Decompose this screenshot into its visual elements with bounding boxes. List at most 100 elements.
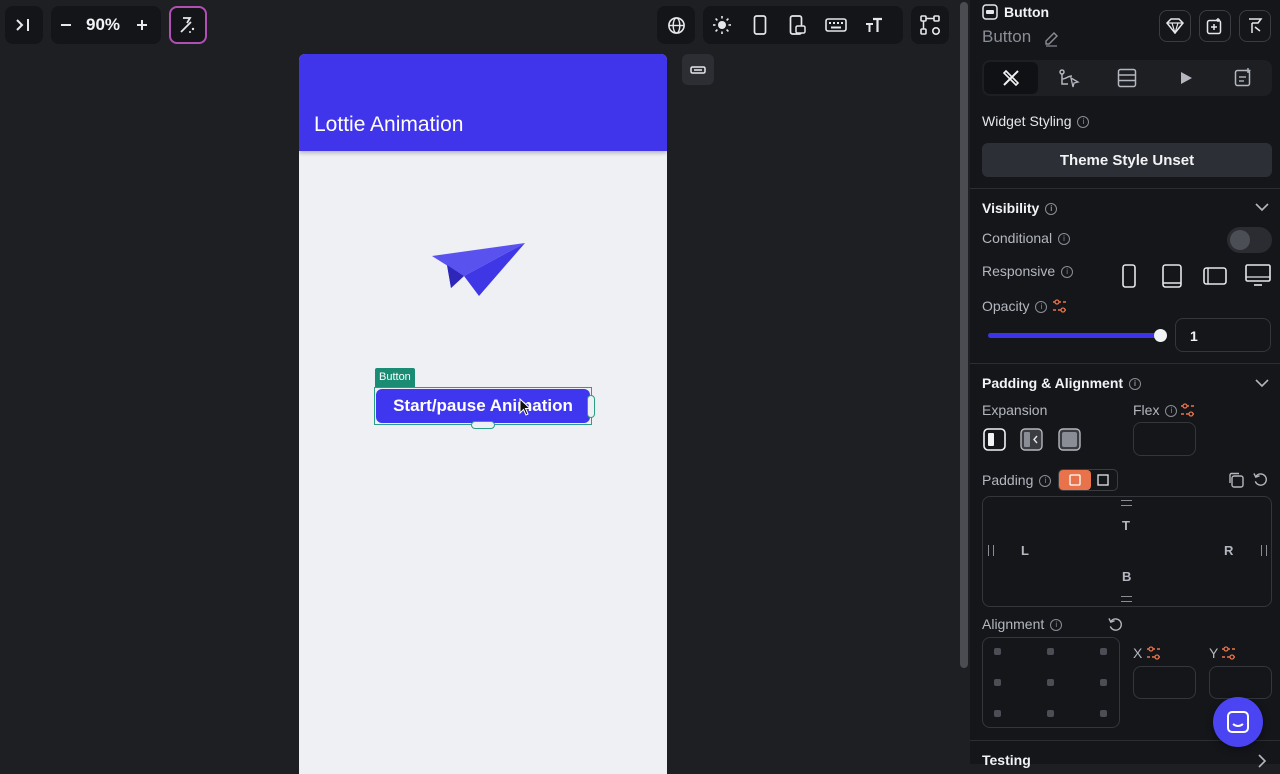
collapse-panel-group (5, 6, 43, 44)
diamond-icon[interactable] (1159, 10, 1191, 42)
alignment-label: Alignment i (982, 616, 1063, 632)
padding-bottom-handle[interactable] (1121, 596, 1132, 602)
database-table-icon (1117, 68, 1137, 88)
chat-icon (1227, 711, 1249, 733)
scrollbar-thumb[interactable] (960, 2, 968, 668)
tab-properties[interactable] (984, 62, 1038, 94)
padding-top-letter: T (1122, 518, 1130, 533)
opacity-input[interactable]: 1 (1175, 318, 1271, 352)
widget-name[interactable]: Button (982, 27, 1031, 47)
resize-handle-bottom[interactable] (471, 421, 495, 429)
align-x-input[interactable] (1133, 666, 1196, 699)
chevron-down-icon[interactable] (1255, 202, 1269, 212)
tab-actions[interactable] (1058, 68, 1080, 88)
desktop-visibility-icon[interactable] (1245, 264, 1271, 286)
edit-pencil-icon[interactable] (1043, 31, 1059, 47)
variable-sliders-icon[interactable] (1146, 646, 1162, 660)
language-group (657, 6, 695, 44)
opacity-slider-thumb[interactable] (1154, 329, 1167, 342)
globe-icon[interactable] (657, 6, 695, 44)
align-bottom-left[interactable] (994, 710, 1001, 717)
reset-icon[interactable] (1108, 617, 1123, 632)
align-center-right[interactable] (1100, 679, 1107, 686)
padding-top-handle[interactable] (1121, 500, 1132, 506)
info-icon: i (1050, 619, 1063, 632)
padding-per-side-button[interactable] (1059, 470, 1091, 490)
zoom-level: 90% (85, 15, 121, 34)
padding-left-handle[interactable] (988, 545, 994, 556)
sun-icon[interactable] (703, 6, 741, 44)
copy-icon[interactable] (1228, 472, 1244, 488)
magic-tool-group (169, 6, 207, 44)
zoom-out-button[interactable] (51, 6, 81, 44)
start-pause-button[interactable]: Start/pause Animation (376, 389, 590, 423)
ruler-pencil-icon (1002, 69, 1020, 87)
paper-plane-icon[interactable] (431, 242, 527, 298)
tab-notes[interactable] (1233, 67, 1253, 87)
keyboard-icon[interactable] (817, 6, 855, 44)
info-icon: i (1077, 116, 1090, 129)
chevron-down-icon[interactable] (1255, 378, 1269, 388)
padding-right-handle[interactable] (1261, 545, 1267, 556)
align-top-center[interactable] (1047, 648, 1054, 655)
tablet-landscape-visibility-icon[interactable] (1203, 266, 1227, 286)
expansion-flexible-icon[interactable] (1020, 428, 1043, 451)
device-rotate-icon[interactable] (779, 6, 817, 44)
align-x-label: X (1133, 645, 1143, 661)
info-icon: i (1045, 203, 1058, 216)
theme-style-button[interactable]: Theme Style Unset (982, 143, 1272, 177)
phone-visibility-icon[interactable] (1121, 264, 1137, 288)
align-top-right[interactable] (1100, 648, 1107, 655)
sparkle-icon[interactable] (171, 6, 205, 44)
padding-mode-toggle (1058, 469, 1118, 491)
reset-icon[interactable] (1253, 472, 1268, 487)
chevron-right-icon[interactable] (1257, 754, 1267, 768)
button-widget-icon (982, 4, 998, 20)
conditional-toggle[interactable] (1227, 227, 1272, 253)
resize-handle-right[interactable] (587, 395, 595, 418)
selection-tag: Button (375, 368, 415, 387)
align-top-left[interactable] (994, 648, 1001, 655)
node-settings-icon[interactable] (911, 6, 949, 44)
align-center[interactable] (1047, 679, 1054, 686)
align-bottom-right[interactable] (1100, 710, 1107, 717)
expansion-label: Expansion (982, 402, 1048, 418)
expansion-default-icon[interactable] (983, 428, 1006, 451)
text-size-icon[interactable] (855, 6, 893, 44)
flag-settings-icon[interactable] (1239, 10, 1271, 42)
align-y-input[interactable] (1209, 666, 1272, 699)
align-bottom-center[interactable] (1047, 710, 1054, 717)
variable-sliders-icon[interactable] (1221, 646, 1237, 660)
variable-sliders-icon[interactable] (1180, 403, 1196, 417)
zoom-in-button[interactable] (125, 6, 159, 44)
notes-icon (1234, 68, 1251, 87)
conditional-label: Conditional i (982, 230, 1071, 246)
variable-sliders-icon[interactable] (1052, 299, 1068, 313)
responsive-label: Responsive i (982, 263, 1074, 279)
expansion-expanded-icon[interactable] (1058, 428, 1081, 451)
tab-animations[interactable] (1179, 71, 1193, 85)
widget-tree-toggle-icon[interactable] (682, 54, 714, 85)
tablet-visibility-icon[interactable] (1161, 264, 1183, 288)
info-icon: i (1061, 266, 1074, 279)
flex-label: Flex i (1133, 402, 1178, 418)
action-flow-icon (1059, 69, 1080, 88)
play-icon (1181, 72, 1192, 84)
opacity-slider[interactable] (988, 329, 1167, 342)
debug-group (911, 6, 949, 44)
chat-support-button[interactable] (1213, 697, 1263, 747)
tab-backend-query[interactable] (1117, 68, 1137, 88)
padding-label: Padding i (982, 472, 1052, 488)
info-icon: i (1058, 233, 1071, 246)
preview-controls (703, 6, 903, 44)
section-divider (970, 188, 1280, 189)
flex-input[interactable] (1133, 422, 1196, 456)
collapse-left-icon[interactable] (5, 6, 43, 44)
app-bar[interactable]: Lottie Animation (299, 54, 667, 151)
padding-uniform-button[interactable] (1097, 474, 1109, 486)
align-center-left[interactable] (994, 679, 1001, 686)
visibility-section-title: Visibility i (982, 200, 1058, 216)
add-component-icon[interactable] (1199, 10, 1231, 42)
app-bar-title: Lottie Animation (314, 113, 464, 136)
phone-icon[interactable] (741, 6, 779, 44)
